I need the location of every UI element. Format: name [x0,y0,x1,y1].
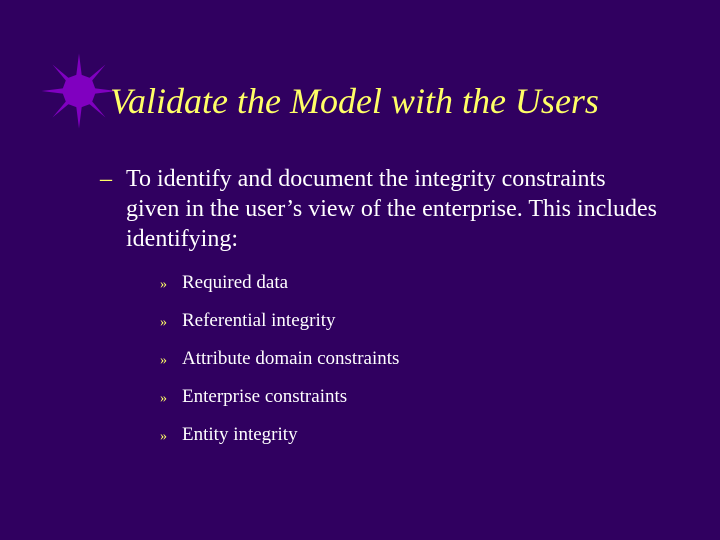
bullet-raquo-icon: » [160,277,182,293]
title-row: Validate the Model with the Users [40,74,599,130]
list-item-text: Entity integrity [182,424,298,446]
bullet-raquo-icon: » [160,315,182,331]
intro-text: To identify and document the integrity c… [126,164,660,254]
bullet-raquo-icon: » [160,353,182,369]
list-item: » Referential integrity [160,310,660,332]
starburst-icon [40,52,118,130]
list-item-text: Referential integrity [182,310,336,332]
slide-title: Validate the Model with the Users [110,82,599,122]
list-item: » Required data [160,272,660,294]
list-item-text: Required data [182,272,288,294]
list-item: » Attribute domain constraints [160,348,660,370]
bullet-dash-icon: – [100,164,126,194]
bullet-raquo-icon: » [160,429,182,445]
list-item-text: Enterprise constraints [182,386,347,408]
slide: Validate the Model with the Users – To i… [0,0,720,540]
intro-item: – To identify and document the integrity… [100,164,660,254]
sub-list: » Required data » Referential integrity … [160,272,660,446]
slide-body: – To identify and document the integrity… [100,164,660,462]
bullet-raquo-icon: » [160,391,182,407]
list-item: » Entity integrity [160,424,660,446]
list-item-text: Attribute domain constraints [182,348,399,370]
list-item: » Enterprise constraints [160,386,660,408]
